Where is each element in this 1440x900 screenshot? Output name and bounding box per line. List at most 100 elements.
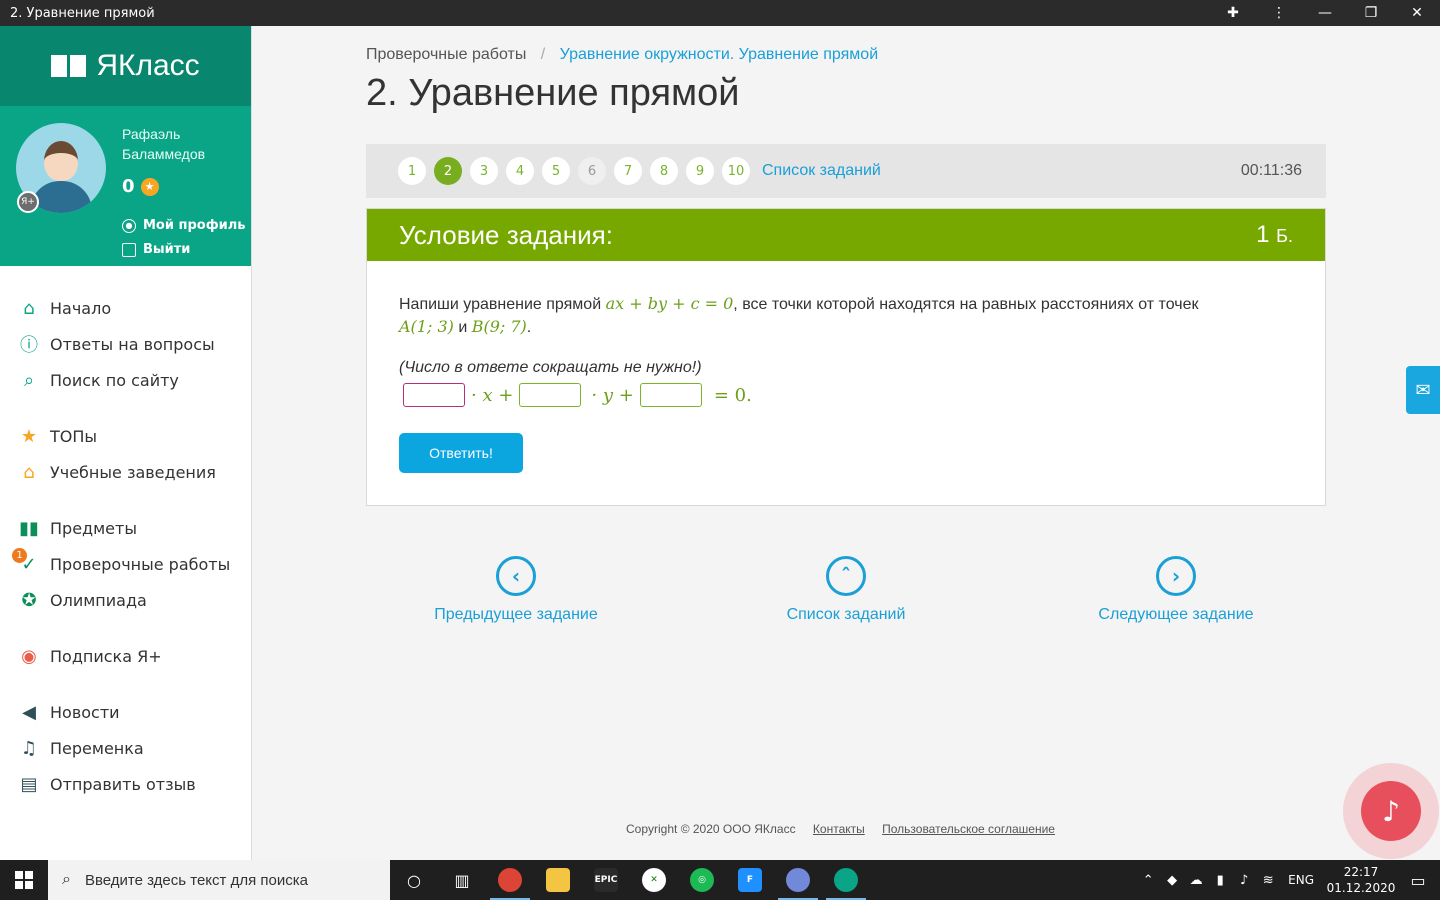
point-a: A(1; 3) xyxy=(399,317,454,336)
prev-task-link[interactable]: ‹ Предыдущее задание xyxy=(386,556,646,624)
task-number-6[interactable]: 6 xyxy=(578,157,606,185)
start-button[interactable] xyxy=(0,860,48,900)
sidebar-item-break[interactable]: ♫ Переменка xyxy=(0,730,251,766)
clock-date: 01.12.2020 xyxy=(1326,881,1396,895)
bell-icon: ♫ xyxy=(20,737,38,759)
logout-label: Выйти xyxy=(143,242,191,257)
wifi-icon[interactable]: ≋ xyxy=(1256,873,1280,888)
logout-icon xyxy=(122,242,136,257)
volume-icon[interactable]: ♪ xyxy=(1232,873,1256,888)
user-score: 0 ★ xyxy=(122,176,159,197)
sidebar-item-label: Предметы xyxy=(50,518,137,538)
sidebar-item-subscription[interactable]: ◉ Подписка Я+ xyxy=(0,638,251,674)
coefficient-a-input[interactable] xyxy=(403,383,465,407)
coefficient-c-input[interactable] xyxy=(639,383,702,407)
minimize-button[interactable]: — xyxy=(1302,0,1348,26)
task-number-8[interactable]: 8 xyxy=(650,157,678,185)
feedback-icon: ▤ xyxy=(20,773,38,795)
submit-answer-button[interactable]: Ответить! xyxy=(399,433,523,473)
breadcrumb-current[interactable]: Уравнение окружности. Уравнение прямой xyxy=(560,46,878,63)
chrome-icon xyxy=(498,868,522,892)
taskbar-explorer[interactable] xyxy=(534,860,582,900)
sidebar-item-search[interactable]: ⌕ Поиск по сайту xyxy=(0,362,251,398)
task-number-4[interactable]: 4 xyxy=(506,157,534,185)
task-number-7[interactable]: 7 xyxy=(614,157,642,185)
taskbar-chrome[interactable] xyxy=(486,860,534,900)
restore-button[interactable]: ❐ xyxy=(1348,0,1394,26)
chevron-up-icon[interactable]: ⌃ xyxy=(1136,873,1160,888)
task-text-middle: , все точки которой находятся на равных … xyxy=(733,296,1199,313)
clock-time: 22:17 xyxy=(1343,865,1379,879)
close-button[interactable]: ✕ xyxy=(1394,0,1440,26)
logout-link[interactable]: Выйти xyxy=(122,242,190,257)
sidebar-item-home[interactable]: ⌂ Начало xyxy=(0,290,251,326)
user-name[interactable]: Рафаэль Баламмедов xyxy=(122,124,232,164)
sidebar-item-news[interactable]: ◀ Новости xyxy=(0,694,251,730)
sidebar-item-feedback[interactable]: ▤ Отправить отзыв xyxy=(0,766,251,802)
task-number-1[interactable]: 1 xyxy=(398,157,426,185)
task-number-9[interactable]: 9 xyxy=(686,157,714,185)
my-profile-link[interactable]: ● Мой профиль xyxy=(122,218,245,233)
coefficient-b-input[interactable] xyxy=(519,383,582,407)
sidebar-item-label: ТОПы xyxy=(50,426,98,446)
agreement-link[interactable]: Пользовательское соглашение xyxy=(882,822,1055,836)
sidebar-item-subjects[interactable]: ▮▮ Предметы xyxy=(0,510,251,546)
star-icon: ★ xyxy=(20,425,38,447)
notification-center-icon[interactable]: ▭ xyxy=(1396,871,1440,890)
language-indicator[interactable]: ENG xyxy=(1288,873,1314,887)
sidebar-item-label: Поиск по сайту xyxy=(50,370,179,390)
breadcrumb-parent[interactable]: Проверочные работы xyxy=(366,46,526,63)
system-tray: ⌃ ◆ ☁ ▮ ♪ ≋ ENG 22:17 01.12.2020 ▭ xyxy=(1136,860,1440,900)
mail-feedback-tab[interactable]: ✉ xyxy=(1406,366,1440,414)
logo[interactable]: ЯКласс xyxy=(0,26,251,106)
taskbar-yaklass[interactable] xyxy=(822,860,870,900)
clock[interactable]: 22:17 01.12.2020 xyxy=(1326,864,1396,896)
taskbar-epic-games[interactable]: EPIC xyxy=(582,860,630,900)
extensions-icon[interactable]: ✚ xyxy=(1210,0,1256,26)
task-list-bottom-link[interactable]: ˆ Список заданий xyxy=(716,556,976,624)
next-task-link[interactable]: › Следующее задание xyxy=(1046,556,1306,624)
task-number-2[interactable]: 2 xyxy=(434,157,462,185)
sidebar-nav: ⌂ Начало ⓘ Ответы на вопросы ⌕ Поиск по … xyxy=(0,266,251,802)
contacts-link[interactable]: Контакты xyxy=(813,822,865,836)
task-points-unit: Б. xyxy=(1276,226,1293,246)
sidebar-item-institutions[interactable]: ⌂ Учебные заведения xyxy=(0,454,251,490)
sidebar-item-label: Учебные заведения xyxy=(50,462,216,482)
sidebar-item-tops[interactable]: ★ ТОПы xyxy=(0,418,251,454)
taskbar-app-green[interactable]: ◎ xyxy=(678,860,726,900)
notification-bell-button[interactable]: ♪ xyxy=(1343,763,1439,859)
coin-star-icon: ★ xyxy=(140,177,159,196)
sidebar-item-answers[interactable]: ⓘ Ответы на вопросы xyxy=(0,326,251,362)
taskbar-discord[interactable] xyxy=(774,860,822,900)
shield-icon[interactable]: ◆ xyxy=(1160,873,1184,888)
window-titlebar: 2. Уравнение прямой ✚ ⋮ — ❐ ✕ xyxy=(0,0,1440,26)
task-number-5[interactable]: 5 xyxy=(542,157,570,185)
sidebar-item-olympiad[interactable]: ✪ Олимпиада xyxy=(0,582,251,618)
and-word: и xyxy=(453,319,472,336)
sidebar-item-label: Проверочные работы xyxy=(50,554,231,574)
sidebar-item-tests[interactable]: 1 ✓ Проверочные работы xyxy=(0,546,251,582)
cloud-icon[interactable]: ☁ xyxy=(1184,873,1208,888)
microphone-icon[interactable]: ▮ xyxy=(1208,873,1232,888)
taskbar-xbox[interactable]: ✕ xyxy=(630,860,678,900)
taskbar-app-f[interactable]: F xyxy=(726,860,774,900)
task-number-3[interactable]: 3 xyxy=(470,157,498,185)
task-text: Напиши уравнение прямой ax + by + c = 0,… xyxy=(399,293,1299,339)
next-task-label: Следующее задание xyxy=(1098,606,1254,623)
menu-dots-icon[interactable]: ⋮ xyxy=(1256,0,1302,26)
task-view-button[interactable]: ▥ xyxy=(438,860,486,900)
task-list-label: Список заданий xyxy=(786,606,906,623)
task-equation: ax + by + c = 0 xyxy=(605,294,734,313)
cortana-button[interactable]: ○ xyxy=(390,860,438,900)
y-term: · y + xyxy=(591,384,634,406)
task-list-link[interactable]: Список заданий xyxy=(762,162,881,180)
taskbar-search[interactable]: ⌕ Введите здесь текст для поиска xyxy=(48,860,390,900)
windows-logo-icon xyxy=(15,871,33,889)
green-circle-app-icon: ◎ xyxy=(690,868,714,892)
breadcrumb: Проверочные работы / Уравнение окружност… xyxy=(366,46,878,64)
ya-plus-badge-icon: Я+ xyxy=(17,191,39,213)
task-number-10[interactable]: 10 xyxy=(722,157,750,185)
sidebar-item-label: Подписка Я+ xyxy=(50,646,162,666)
medal-icon: ✪ xyxy=(21,589,37,611)
copyright: Copyright © 2020 ООО ЯКласс xyxy=(626,822,796,836)
